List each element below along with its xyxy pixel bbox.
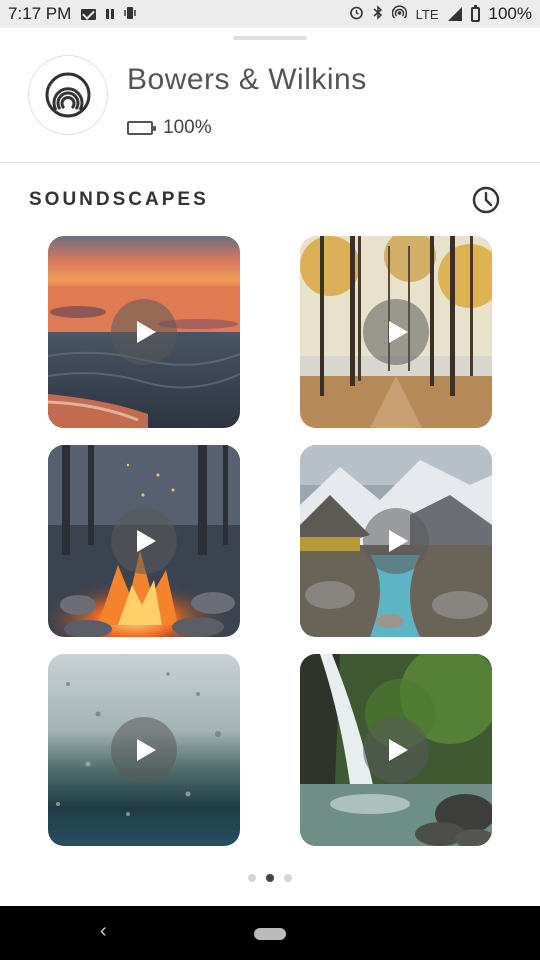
hotspot-icon <box>391 5 407 23</box>
signal-icon <box>447 7 462 21</box>
soundscape-tile-campfire[interactable] <box>48 445 240 637</box>
status-bar: 7:17 PM LTE 100% <box>0 0 540 28</box>
play-button[interactable] <box>363 508 429 574</box>
play-icon <box>389 739 408 761</box>
play-button[interactable] <box>363 299 429 365</box>
page-dot-2[interactable] <box>266 874 274 882</box>
battery-percent: 100% <box>163 117 212 138</box>
play-icon <box>389 530 408 552</box>
device-header: Bowers & Wilkins 100% <box>0 46 540 163</box>
status-left: 7:17 PM <box>8 4 137 24</box>
pause-icon <box>106 9 115 19</box>
clock-icon <box>472 186 500 214</box>
brand-logo <box>28 55 108 135</box>
drag-handle[interactable] <box>233 36 307 40</box>
battery-icon <box>127 121 156 135</box>
vibrate-icon <box>124 6 137 23</box>
play-button[interactable] <box>111 717 177 783</box>
bluetooth-icon <box>373 5 383 23</box>
play-icon <box>137 530 156 552</box>
play-button[interactable] <box>111 299 177 365</box>
battery-status: 100% <box>127 117 212 139</box>
play-icon <box>137 739 156 761</box>
mail-icon <box>81 8 97 20</box>
soundscape-tile-autumn-forest[interactable] <box>300 236 492 428</box>
page-indicator <box>0 874 540 882</box>
section-title: SOUNDSCAPES <box>29 189 209 210</box>
status-right: LTE 100% <box>349 4 532 24</box>
play-button[interactable] <box>363 717 429 783</box>
status-battery-text: 100% <box>488 4 532 23</box>
back-icon[interactable]: ‹ <box>100 920 107 943</box>
page-dot-1[interactable] <box>248 874 256 882</box>
status-battery-icon <box>470 4 480 22</box>
soundscape-tile-rain-window[interactable] <box>48 654 240 846</box>
speaker-rings-icon <box>45 72 91 118</box>
page-dot-3[interactable] <box>284 874 292 882</box>
alarm-icon <box>349 5 364 23</box>
network-type: LTE <box>415 6 439 22</box>
play-button[interactable] <box>111 508 177 574</box>
soundscape-tile-waterfall[interactable] <box>300 654 492 846</box>
status-time: 7:17 PM <box>8 4 72 23</box>
play-icon <box>389 321 408 343</box>
device-name: Bowers & Wilkins <box>127 63 367 96</box>
system-nav-bar: ‹ <box>0 906 540 960</box>
home-pill[interactable] <box>254 928 286 940</box>
soundscape-tile-sunset-beach[interactable] <box>48 236 240 428</box>
play-icon <box>137 321 156 343</box>
soundscape-tile-mountain-stream[interactable] <box>300 445 492 637</box>
history-button[interactable] <box>471 185 501 215</box>
